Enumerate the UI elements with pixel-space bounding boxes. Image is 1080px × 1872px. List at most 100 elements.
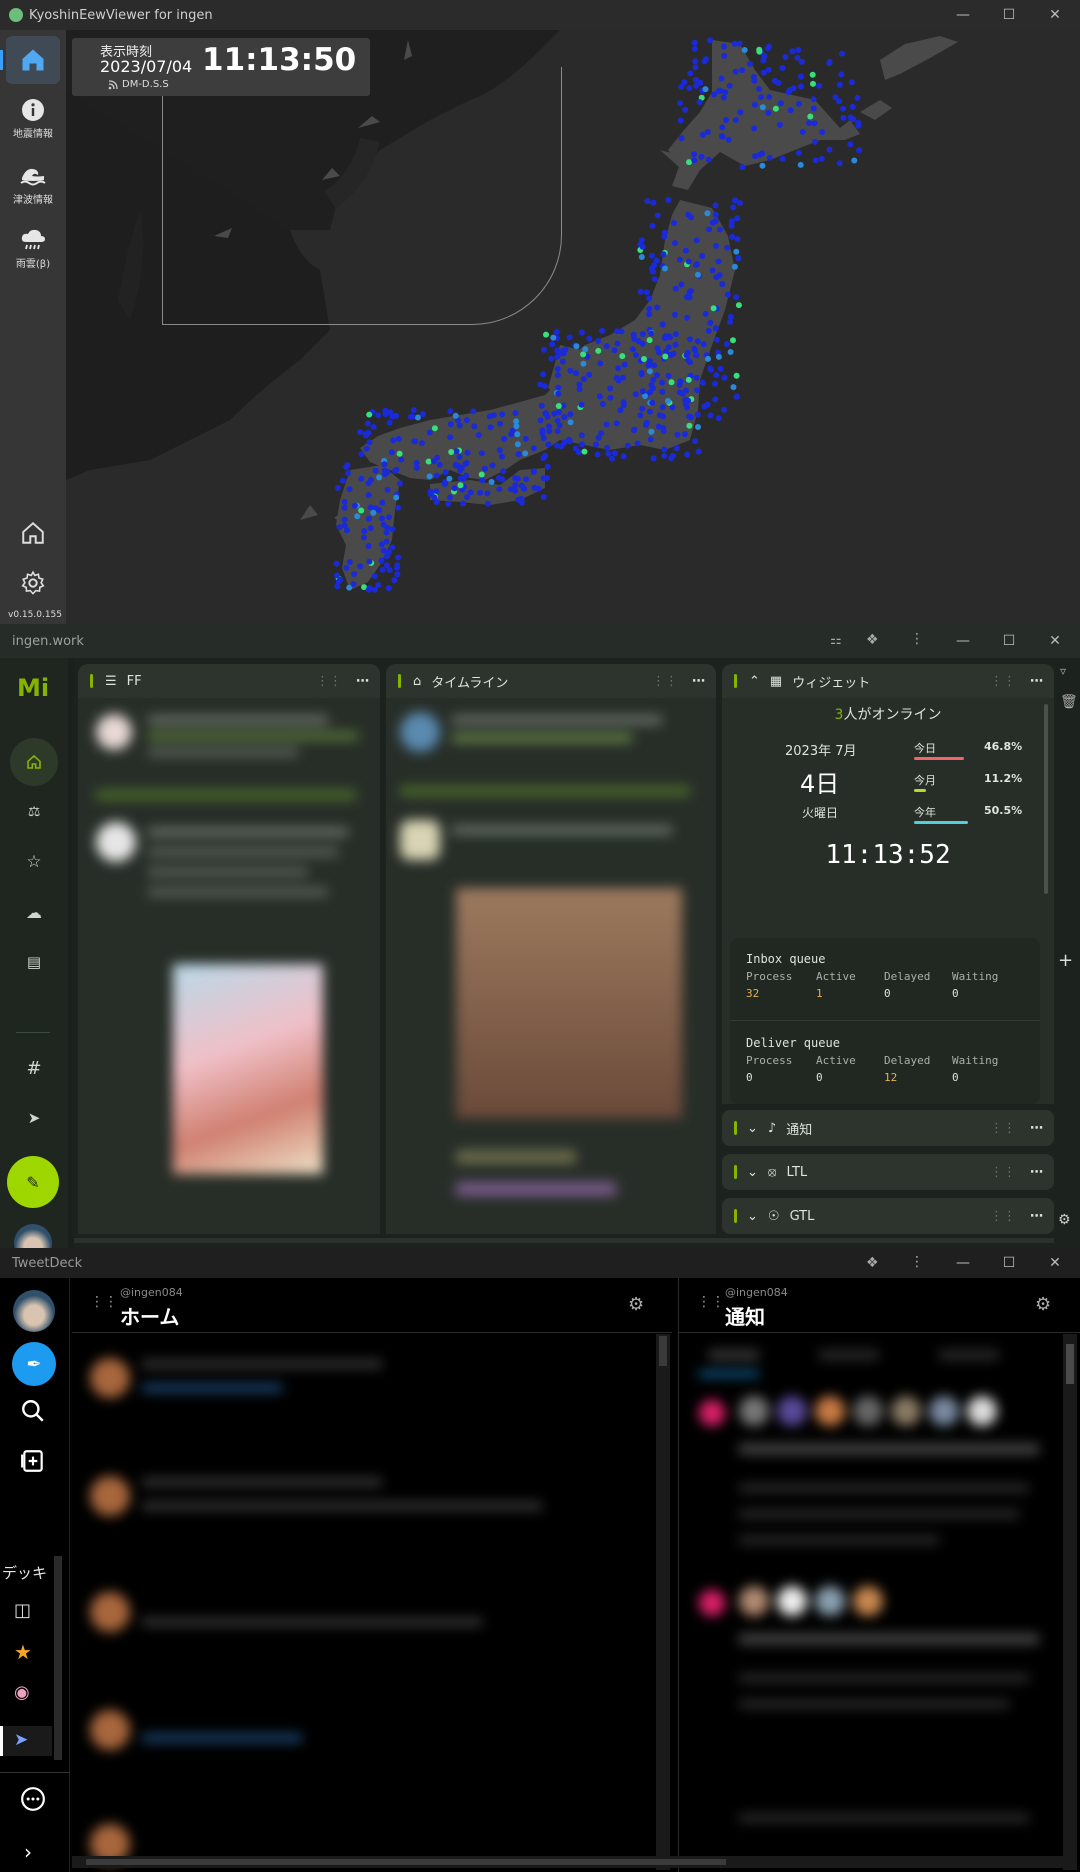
column-menu-icon[interactable]: ⋯ <box>356 674 369 689</box>
home-icon <box>22 49 44 71</box>
maximize-icon[interactable]: ☐ <box>986 1248 1032 1278</box>
menu-dots-icon[interactable]: ⋮ <box>910 631 924 647</box>
collapsed-column[interactable]: ⌄ ☉ GTL ⋮⋮ ⋯ <box>722 1198 1054 1234</box>
nav-pages[interactable]: ▤ <box>10 938 58 986</box>
notifications-scrollbar[interactable] <box>1063 1334 1077 1870</box>
observation-point <box>484 490 491 497</box>
column-menu-icon[interactable]: ⋯ <box>1030 1209 1043 1224</box>
drag-handle-icon[interactable]: ⋮⋮ <box>990 1121 1016 1136</box>
home-button[interactable] <box>20 520 46 550</box>
observation-point <box>460 500 466 507</box>
drag-handle-icon[interactable]: ⋮⋮ <box>990 674 1016 689</box>
column-header[interactable]: ⋮⋮ @ingen084 通知 ⚙ <box>679 1278 1080 1333</box>
nav-drive[interactable]: ☁ <box>10 888 58 936</box>
observation-point <box>687 70 694 77</box>
widgets-scrollbar[interactable] <box>1044 704 1048 894</box>
add-column-icon[interactable]: + <box>1058 950 1073 971</box>
deck-favorite[interactable]: ★ <box>14 1640 32 1664</box>
account-avatar[interactable] <box>14 1224 52 1248</box>
more-button[interactable] <box>20 1786 46 1816</box>
nav-favorites[interactable]: ☆ <box>10 838 58 886</box>
column-header[interactable]: ⋮⋮ @ingen084 ホーム ⚙ <box>72 1278 672 1333</box>
horizontal-scrollbar[interactable] <box>74 1238 1054 1243</box>
key-icon[interactable]: ⚏ <box>830 633 842 648</box>
observation-point <box>713 242 719 249</box>
sidebar-item-earthquake[interactable]: 地震情報 <box>0 98 66 140</box>
add-column-button[interactable] <box>20 1448 46 1478</box>
gear-icon[interactable]: ⚙ <box>1035 1294 1051 1315</box>
close-icon[interactable]: ✕ <box>1032 626 1078 656</box>
trash-icon[interactable]: 🗑 <box>1060 694 1078 710</box>
drag-handle-icon[interactable]: ⋮⋮ <box>90 1294 118 1310</box>
column-menu-icon[interactable]: ⋯ <box>1030 674 1043 689</box>
nav-home[interactable] <box>10 738 58 786</box>
account-avatar[interactable] <box>13 1290 55 1332</box>
observation-point <box>607 385 614 392</box>
minimize-icon[interactable]: — <box>940 0 986 30</box>
collapsed-column[interactable]: ⌄ ⦻ LTL ⋮⋮ ⋯ <box>722 1154 1054 1190</box>
deck-rocket[interactable]: ➤ <box>0 1726 52 1756</box>
maximize-icon[interactable]: ☐ <box>986 0 1032 30</box>
shindo-map[interactable] <box>66 30 1080 624</box>
collapsed-column[interactable]: ⌄ ♪ 通知 ⋮⋮ ⋯ <box>722 1110 1054 1146</box>
column-menu-icon[interactable]: ⋯ <box>1030 1121 1043 1136</box>
chevron-down-icon[interactable]: ⌄ <box>747 1121 758 1136</box>
nav-hashtag[interactable]: # <box>10 1044 58 1092</box>
new-deck-button[interactable]: ◫ <box>14 1600 31 1621</box>
misskey-logo[interactable]: Mi <box>17 674 49 702</box>
observation-point <box>854 94 861 101</box>
observation-point <box>776 121 783 128</box>
sidebar-item-rain[interactable]: 雨雲(β) <box>0 228 66 270</box>
drag-handle-icon[interactable]: ⋮⋮ <box>990 1165 1016 1180</box>
observation-point <box>631 427 638 434</box>
settings-icon[interactable]: ⚙ <box>1058 1212 1071 1228</box>
observation-point <box>699 379 706 386</box>
extension-icon[interactable]: ❖ <box>866 632 879 648</box>
drag-handle-icon[interactable]: ⋮⋮ <box>652 674 678 689</box>
drag-handle-icon[interactable]: ⋮⋮ <box>316 674 342 689</box>
info-icon <box>22 99 44 121</box>
observation-point <box>676 256 683 263</box>
observation-point <box>393 412 400 419</box>
drag-handle-icon[interactable]: ⋮⋮ <box>990 1209 1016 1224</box>
column-header[interactable]: ⌃ ▦ ウィジェット ⋮⋮ ⋯ <box>722 664 1054 698</box>
home-scrollbar[interactable] <box>656 1334 670 1870</box>
nav-notifications[interactable]: ⚖ <box>10 788 58 836</box>
observation-point <box>540 346 547 353</box>
chevron-down-icon[interactable]: ⌄ <box>747 1209 758 1224</box>
gear-icon[interactable]: ⚙ <box>628 1294 644 1315</box>
deck-scrollbar[interactable] <box>54 1556 62 1760</box>
column-header[interactable]: ⌂ タイムライン ⋮⋮ ⋯ <box>386 664 716 698</box>
maximize-icon[interactable]: ☐ <box>986 626 1032 656</box>
close-icon[interactable]: ✕ <box>1032 0 1078 30</box>
column-menu-icon[interactable]: ⋯ <box>692 674 705 689</box>
observation-point <box>599 401 606 407</box>
settings-button[interactable] <box>20 570 46 600</box>
observation-point <box>471 423 478 430</box>
observation-point <box>765 109 772 116</box>
compose-note-button[interactable]: ✎ <box>7 1156 59 1208</box>
deck-palette[interactable]: ◉ <box>14 1682 30 1703</box>
drag-handle-icon[interactable]: ⋮⋮ <box>697 1294 725 1310</box>
compose-tweet-button[interactable]: ✒ <box>12 1342 56 1386</box>
nav-scrollbar[interactable] <box>68 658 74 1248</box>
expand-nav-button[interactable]: › <box>24 1840 32 1864</box>
column-header[interactable]: ☰ FF ⋮⋮ ⋯ <box>78 664 380 698</box>
nav-announcements[interactable]: ➤ <box>10 1094 58 1142</box>
job-queue-widget: Inbox queue Process Active Delayed Waiting 3… <box>730 938 1040 1104</box>
chevron-down-icon[interactable]: ⌄ <box>747 1165 758 1180</box>
minimize-icon[interactable]: — <box>940 1248 986 1278</box>
minimize-icon[interactable]: — <box>940 626 986 656</box>
menu-dots-icon[interactable]: ⋮ <box>910 1254 924 1270</box>
chevron-up-icon[interactable]: ⌃ <box>749 674 760 689</box>
search-button[interactable] <box>20 1398 46 1428</box>
close-icon[interactable]: ✕ <box>1032 1248 1078 1278</box>
home-nav-button[interactable] <box>0 36 60 84</box>
observation-point <box>518 482 525 489</box>
sidebar-item-tsunami[interactable]: 津波情報 <box>0 164 66 206</box>
observation-point <box>354 513 361 520</box>
extension-icon[interactable]: ❖ <box>866 1255 879 1271</box>
column-menu-icon[interactable]: ⋯ <box>1030 1165 1043 1180</box>
chevron-down-icon[interactable]: ▿ <box>1060 664 1066 678</box>
deck-horizontal-scrollbar[interactable] <box>72 1856 1072 1868</box>
